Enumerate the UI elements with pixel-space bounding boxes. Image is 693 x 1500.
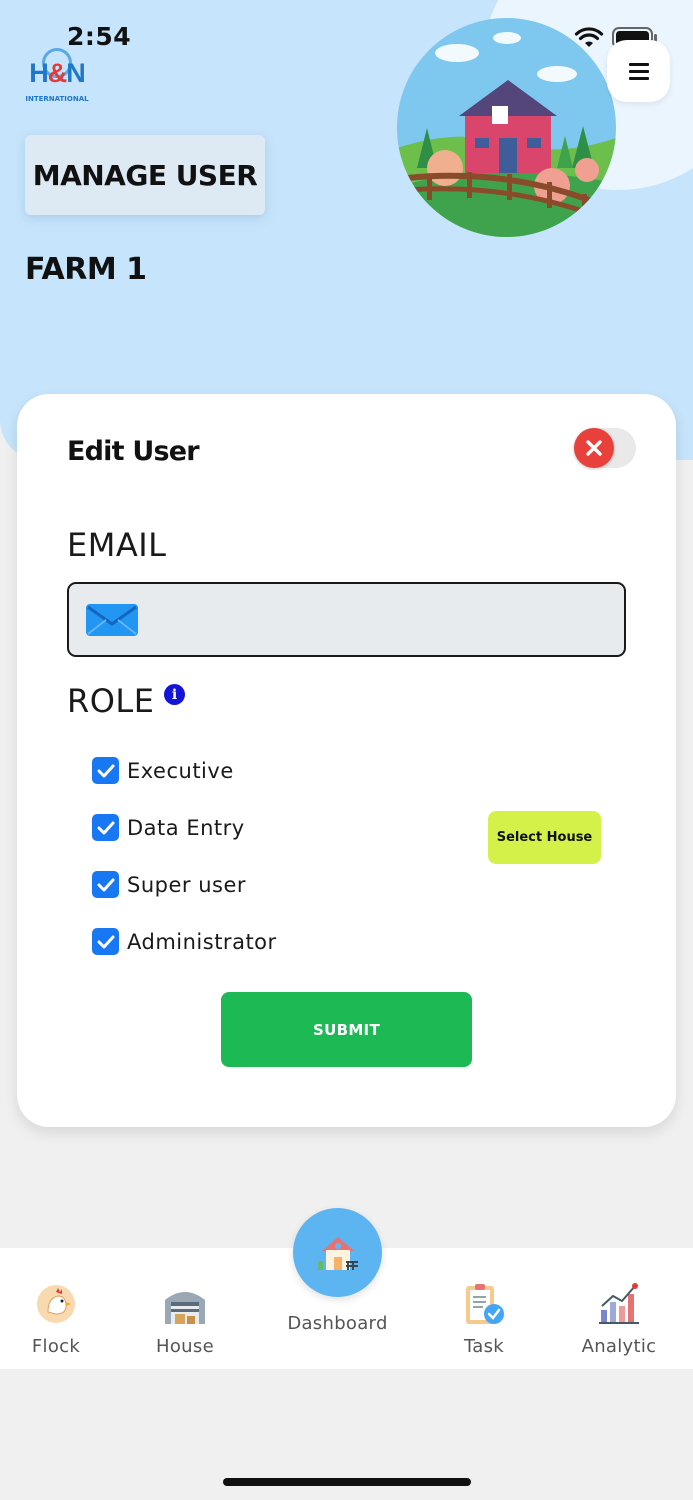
close-icon[interactable]	[574, 428, 614, 468]
bar-chart-icon	[599, 1283, 639, 1324]
checkbox-checked-icon[interactable]	[92, 871, 119, 898]
email-input[interactable]	[161, 596, 611, 644]
checkbox-checked-icon[interactable]	[92, 814, 119, 841]
logo-subtitle: INTERNATIONAL	[25, 95, 89, 103]
hamburger-icon	[628, 63, 649, 80]
barn-icon	[165, 1292, 205, 1324]
email-field[interactable]	[67, 582, 626, 657]
role-label-data-entry: Data Entry	[127, 815, 245, 840]
dashboard-button[interactable]	[293, 1208, 382, 1297]
tab-analytic[interactable]: Analytic	[578, 1248, 660, 1369]
card-title: Edit User	[67, 436, 200, 467]
menu-button[interactable]	[607, 40, 670, 102]
farm-illustration	[397, 18, 616, 237]
tab-label-flock: Flock	[31, 1336, 81, 1357]
tab-house[interactable]: House	[146, 1248, 224, 1369]
logo-letter-h: H	[29, 58, 48, 88]
status-time: 2:54	[67, 22, 132, 51]
checkbox-checked-icon[interactable]	[92, 928, 119, 955]
submit-button[interactable]: SUBMIT	[221, 992, 472, 1067]
role-label-super-user: Super user	[127, 872, 247, 897]
tab-label-house: House	[156, 1336, 214, 1357]
email-label: EMAIL	[67, 526, 167, 564]
role-checkbox-data-entry[interactable]: Data Entry	[92, 814, 245, 841]
tab-task[interactable]: Task	[444, 1248, 524, 1369]
chicken-icon	[37, 1285, 75, 1323]
company-logo: H&N INTERNATIONAL	[24, 48, 90, 106]
checkbox-checked-icon[interactable]	[92, 757, 119, 784]
info-icon[interactable]: i	[164, 684, 185, 705]
role-label-executive: Executive	[127, 758, 234, 783]
role-checkbox-executive[interactable]: Executive	[92, 757, 234, 784]
edit-user-card: Edit User EMAIL ROLE i Executive Data En…	[17, 394, 676, 1127]
clipboard-check-icon	[466, 1284, 504, 1324]
envelope-icon	[86, 604, 138, 636]
role-label: ROLE	[67, 682, 155, 720]
logo-letter-n: N	[66, 58, 85, 88]
close-toggle[interactable]	[574, 428, 636, 468]
tab-label-dashboard[interactable]: Dashboard	[270, 1313, 405, 1334]
farmhouse-icon	[317, 1236, 358, 1270]
tab-flock[interactable]: Flock	[18, 1248, 94, 1369]
farm-title: FARM 1	[25, 252, 147, 287]
role-checkbox-administrator[interactable]: Administrator	[92, 928, 277, 955]
logo-ampersand: &	[47, 58, 67, 88]
home-indicator[interactable]	[223, 1478, 471, 1486]
manage-user-button[interactable]: MANAGE USER	[25, 135, 265, 215]
role-checkbox-super-user[interactable]: Super user	[92, 871, 246, 898]
select-house-button[interactable]: Select House	[488, 811, 601, 864]
tab-label-analytic: Analytic	[581, 1336, 657, 1357]
tab-label-task: Task	[463, 1336, 505, 1357]
role-label-administrator: Administrator	[127, 929, 277, 954]
